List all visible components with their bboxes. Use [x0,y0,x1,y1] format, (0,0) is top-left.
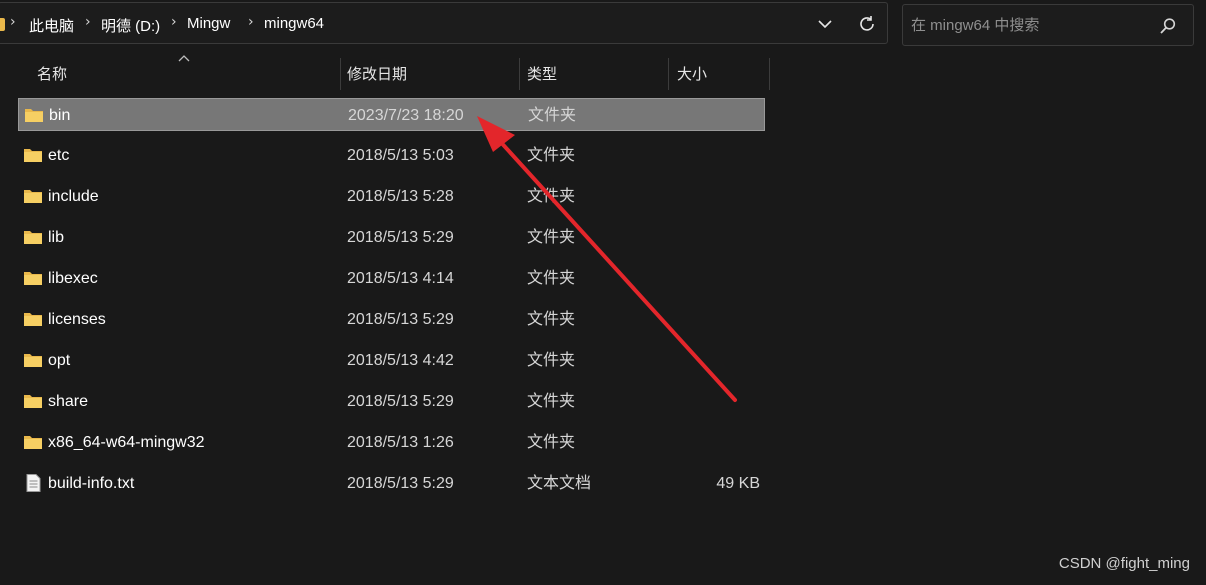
file-size [618,139,760,172]
file-type: 文件夹 [527,434,576,451]
file-modified-date: 2018/5/13 5:29 [347,393,454,410]
column-header-size-label: 大小 [677,65,708,83]
file-type: 文件夹 [527,270,576,287]
file-name: build-info.txt [48,475,135,492]
column-header-name[interactable]: 名称 [20,56,340,90]
refresh-icon [860,16,874,31]
file-name: bin [49,107,71,124]
file-size [618,344,760,377]
file-type: 文件夹 [527,229,576,246]
column-header-type[interactable]: 类型 [520,56,668,90]
file-name: etc [48,147,70,164]
breadcrumb-chevron-icon[interactable]: › [10,14,16,30]
column-divider[interactable] [769,58,770,90]
breadcrumb-chevron-icon[interactable]: › [171,14,177,30]
file-modified-date: 2018/5/13 4:14 [347,270,454,287]
file-modified-date: 2018/5/13 5:29 [347,475,454,492]
file-modified-date: 2018/5/13 5:29 [347,311,454,328]
file-name: include [48,188,99,205]
file-name: x86_64-w64-mingw32 [48,434,205,451]
column-header-date[interactable]: 修改日期 [341,56,519,90]
file-name: opt [48,352,71,369]
file-modified-date: 2018/5/13 4:42 [347,352,454,369]
folder-icon [24,395,42,408]
file-size [618,262,760,295]
file-row[interactable]: share 2018/5/13 5:29 文件夹 [18,385,765,418]
file-size [618,385,760,418]
breadcrumb-chevron-icon[interactable]: › [248,14,254,30]
file-size [619,99,761,132]
file-name: libexec [48,270,98,287]
column-header-type-label: 类型 [527,65,558,83]
file-type: 文本文档 [527,475,592,492]
file-type: 文件夹 [527,188,576,205]
file-size [618,180,760,213]
folder-icon [24,149,42,162]
file-size [618,303,760,336]
file-row[interactable]: licenses 2018/5/13 5:29 文件夹 [18,303,765,336]
watermark: CSDN @fight_ming [1058,555,1190,572]
folder-icon [25,109,43,122]
file-type: 文件夹 [527,311,576,328]
folder-icon [24,272,42,285]
search-box[interactable] [902,4,1194,46]
file-row[interactable]: build-info.txt 2018/5/13 5:29 文本文档 49 KB [18,467,765,500]
folder-icon [24,190,42,203]
folder-icon [24,231,42,244]
chevron-down-icon [818,19,832,28]
file-explorer-window: › 此电脑 › 明德 (D:) › Mingw › mingw64 在 ming… [0,0,1206,585]
history-dropdown-button[interactable] [810,9,840,39]
file-modified-date: 2018/5/13 5:03 [347,147,454,164]
file-name: licenses [48,311,106,328]
file-row[interactable]: bin 2023/7/23 18:20 文件夹 [18,98,765,131]
file-row[interactable]: opt 2018/5/13 4:42 文件夹 [18,344,765,377]
text-file-icon [26,474,41,492]
folder-icon [24,313,42,326]
file-type: 文件夹 [527,352,576,369]
file-name: share [48,393,89,410]
file-row[interactable]: lib 2018/5/13 5:29 文件夹 [18,221,765,254]
folder-icon [24,436,42,449]
column-header-size[interactable]: 大小 [669,56,769,90]
search-icon[interactable] [1159,17,1177,35]
file-row[interactable]: x86_64-w64-mingw32 2018/5/13 1:26 文件夹 [18,426,765,459]
file-modified-date: 2018/5/13 1:26 [347,434,454,451]
file-type: 文件夹 [527,393,576,410]
folder-icon [0,18,5,31]
file-size [618,221,760,254]
breadcrumb-mingw[interactable]: Mingw [187,15,230,32]
file-name: lib [48,229,65,246]
file-row[interactable]: include 2018/5/13 5:28 文件夹 [18,180,765,213]
breadcrumb-mingw64[interactable]: mingw64 [264,15,324,32]
file-size: 49 KB [716,475,760,492]
file-row[interactable]: etc 2018/5/13 5:03 文件夹 [18,139,765,172]
file-size [618,426,760,459]
folder-icon [24,354,42,367]
file-row[interactable]: libexec 2018/5/13 4:14 文件夹 [18,262,765,295]
breadcrumb-chevron-icon[interactable]: › [85,14,91,30]
search-input[interactable] [911,14,1151,36]
breadcrumb-drive[interactable]: 明德 (D:) [101,15,160,36]
breadcrumb-this-pc[interactable]: 此电脑 [29,15,74,36]
address-bar[interactable]: › 此电脑 › 明德 (D:) › Mingw › mingw64 [0,2,888,44]
column-header-name-label: 名称 [37,65,68,83]
column-header-date-label: 修改日期 [347,65,408,83]
file-modified-date: 2018/5/13 5:29 [347,229,454,246]
file-type: 文件夹 [527,147,576,164]
file-modified-date: 2023/7/23 18:20 [348,107,464,124]
file-modified-date: 2018/5/13 5:28 [347,188,454,205]
refresh-button[interactable] [852,9,882,39]
file-type: 文件夹 [528,107,577,124]
